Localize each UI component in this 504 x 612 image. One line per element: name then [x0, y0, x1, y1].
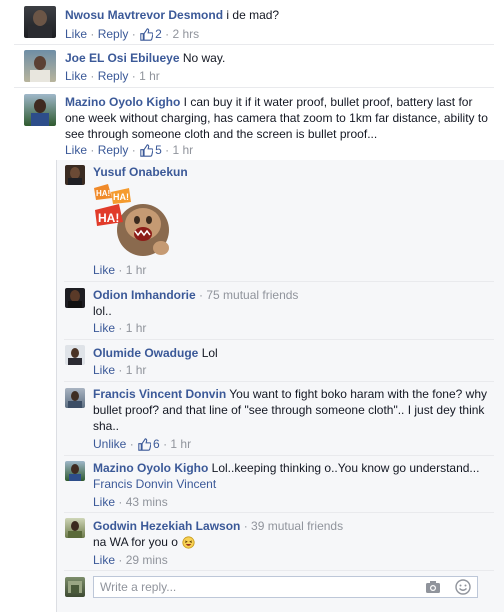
like-link[interactable]: Like — [93, 263, 115, 277]
avatar[interactable] — [65, 388, 85, 408]
commenter-name[interactable]: Yusuf Onabekun — [93, 165, 188, 179]
like-link[interactable]: Like — [93, 321, 115, 335]
divider — [14, 44, 494, 45]
avatar[interactable] — [65, 288, 85, 308]
like-count[interactable]: 6 — [137, 437, 160, 451]
comment-text: Mazino Oyolo Kigho I can buy it if it wa… — [65, 94, 490, 142]
comment-body: i de mad? — [226, 8, 280, 22]
comment-text: Francis Vincent Donvin You want to fight… — [93, 386, 493, 434]
comment-actions: Like · 43 mins — [93, 495, 168, 509]
comment-text: Godwin Hezekiah Lawson · 39 mutual frien… — [93, 518, 493, 550]
comment-body: na WA for you o — [93, 535, 178, 549]
like-link[interactable]: Like — [65, 27, 87, 41]
like-count[interactable]: 2 — [139, 27, 162, 41]
svg-text:HA!: HA! — [113, 192, 129, 202]
commenter-name[interactable]: Nwosu Mavtrevor Desmond — [65, 8, 223, 22]
timestamp[interactable]: 2 hrs — [172, 27, 199, 41]
commenter-name[interactable]: Francis Vincent Donvin — [93, 387, 226, 401]
like-link[interactable]: Like — [65, 69, 87, 83]
laughing-sticker: HA! HA! HA! — [93, 182, 175, 260]
avatar[interactable] — [24, 50, 56, 82]
comment-text: Odion Imhandorie · 75 mutual friends lol… — [93, 287, 493, 319]
timestamp[interactable]: 1 hr — [139, 69, 160, 83]
timestamp[interactable]: 1 hr — [126, 263, 147, 277]
mutual-friends: · 39 mutual friends — [243, 519, 344, 533]
commenter-name[interactable]: Godwin Hezekiah Lawson — [93, 519, 240, 533]
comment-actions: Like · 1 hr — [93, 263, 147, 277]
avatar[interactable] — [65, 165, 85, 185]
comment-actions: Like · Reply · 5 · 1 hr — [65, 143, 194, 157]
commenter-name[interactable]: Olumide Owaduge — [93, 346, 198, 360]
emoji-icon[interactable] — [455, 579, 471, 598]
timestamp[interactable]: 1 hr — [172, 143, 193, 157]
divider — [64, 381, 494, 382]
camera-icon[interactable] — [425, 580, 441, 597]
like-link[interactable]: Like — [93, 553, 115, 567]
avatar[interactable] — [24, 94, 56, 126]
comment-body: No way. — [182, 51, 226, 65]
divider — [64, 281, 494, 282]
commenter-name[interactable]: Mazino Oyolo Kigho — [93, 461, 208, 475]
timestamp[interactable]: 1 hr — [170, 437, 191, 451]
avatar — [65, 577, 85, 597]
svg-text:HA!: HA! — [98, 211, 119, 225]
divider — [64, 455, 494, 456]
like-count[interactable]: 5 — [139, 143, 162, 157]
mutual-friends: · 75 mutual friends — [199, 288, 299, 302]
comment-actions: Like · Reply · 2 · 2 hrs — [65, 27, 200, 41]
reply-author: Yusuf Onabekun — [93, 164, 188, 180]
comment-text: Mazino Oyolo Kigho Lol..keeping thinking… — [93, 460, 493, 492]
comment-body: lol.. — [93, 304, 112, 318]
svg-text:HA!: HA! — [96, 189, 110, 198]
timestamp[interactable]: 1 hr — [126, 321, 147, 335]
comment-text: Olumide Owaduge Lol — [93, 345, 493, 361]
divider — [64, 570, 494, 571]
reply-link[interactable]: Reply — [98, 69, 129, 83]
avatar[interactable] — [65, 518, 85, 538]
comment-text: Joe EL Osi Ebilueye No way. — [65, 50, 485, 66]
commenter-name[interactable]: Mazino Oyolo Kigho — [65, 95, 180, 109]
tagged-user-link[interactable]: Francis Donvin Vincent — [93, 477, 216, 491]
reply-link[interactable]: Reply — [98, 143, 129, 157]
like-thumb-icon — [140, 28, 154, 41]
reply-input[interactable] — [94, 577, 426, 597]
avatar[interactable] — [65, 461, 85, 481]
comment-actions: Like · Reply · 1 hr — [65, 69, 160, 83]
like-link[interactable]: Like — [65, 143, 87, 157]
comment-actions: Like · 29 mins — [93, 553, 168, 567]
like-link[interactable]: Like — [93, 363, 115, 377]
comment-text: Nwosu Mavtrevor Desmond i de mad? — [65, 7, 485, 23]
comment-body: Lol..keeping thinking o..You know go und… — [211, 461, 480, 475]
divider — [14, 87, 494, 88]
like-link[interactable]: Like — [93, 495, 115, 509]
laughing-emoji-icon — [182, 536, 195, 549]
timestamp[interactable]: 43 mins — [126, 495, 168, 509]
unlike-link[interactable]: Unlike — [93, 437, 126, 451]
comment-actions: Like · 1 hr — [93, 321, 147, 335]
commenter-name[interactable]: Odion Imhandorie — [93, 288, 196, 302]
avatar[interactable] — [24, 6, 56, 38]
timestamp[interactable]: 29 mins — [126, 553, 168, 567]
divider — [64, 512, 494, 513]
comment-body: Lol — [201, 346, 218, 360]
timestamp[interactable]: 1 hr — [126, 363, 147, 377]
avatar[interactable] — [65, 345, 85, 365]
commenter-name[interactable]: Joe EL Osi Ebilueye — [65, 51, 180, 65]
like-thumb-icon — [140, 144, 154, 157]
divider — [64, 339, 494, 340]
comment-actions: Unlike · 6 · 1 hr — [93, 437, 192, 451]
like-thumb-icon — [138, 438, 152, 451]
reply-input-box[interactable] — [93, 576, 478, 598]
reply-link[interactable]: Reply — [98, 27, 129, 41]
comment-actions: Like · 1 hr — [93, 363, 147, 377]
